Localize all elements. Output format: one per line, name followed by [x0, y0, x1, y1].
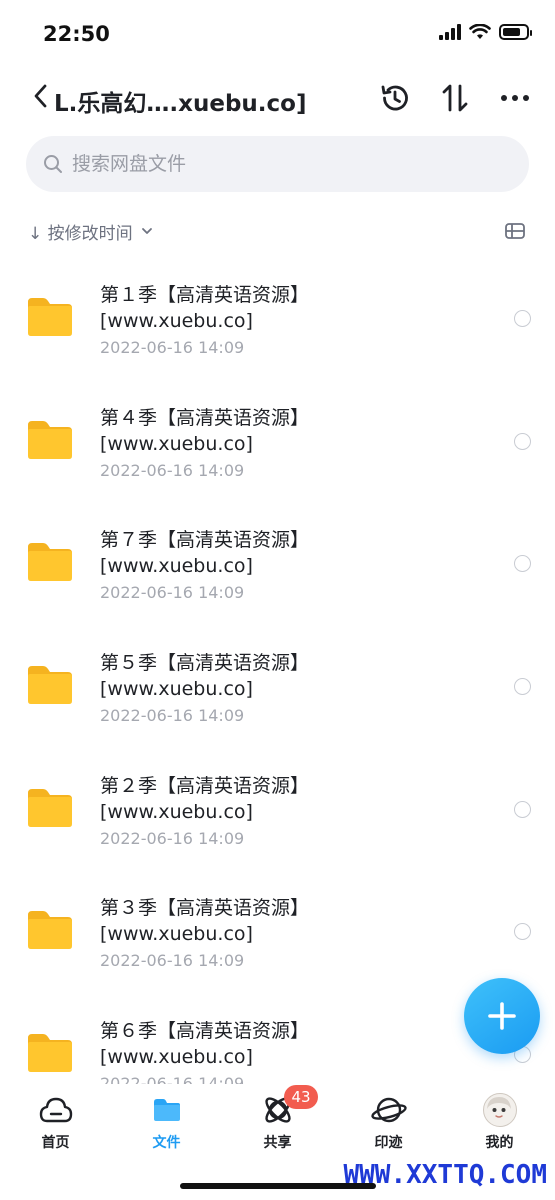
folder-icon: [28, 911, 72, 950]
sort-arrows-icon: [442, 84, 468, 112]
sort-bar: ↓ 按修改时间: [28, 216, 528, 246]
file-name: 第２季【高清英语资源】[www.xuebu.co]: [100, 774, 310, 823]
notification-badge: 43: [284, 1085, 318, 1109]
file-item[interactable]: 第３季【高清英语资源】[www.xuebu.co] 2022-06-16 14:…: [0, 871, 555, 994]
tab-profile[interactable]: 我的: [444, 1084, 555, 1160]
file-name: 第３季【高清英语资源】[www.xuebu.co]: [100, 897, 310, 946]
nav-actions: [377, 80, 533, 116]
back-button[interactable]: [28, 82, 52, 110]
tab-label: 我的: [485, 1135, 514, 1151]
more-button[interactable]: [497, 80, 533, 116]
file-item[interactable]: 第４季【高清英语资源】[www.xuebu.co] 2022-06-16 14:…: [0, 381, 555, 504]
tab-label: 首页: [41, 1135, 70, 1151]
file-item[interactable]: 第２季【高清英语资源】[www.xuebu.co] 2022-06-16 14:…: [0, 749, 555, 872]
select-checkbox[interactable]: [514, 800, 531, 818]
file-date: 2022-06-16 14:09: [100, 583, 245, 603]
sort-button[interactable]: [437, 80, 473, 116]
select-checkbox[interactable]: [514, 555, 531, 573]
tab-bar: 首页 文件 共享 43 印迹 我的: [0, 1084, 555, 1160]
folder-icon: [28, 298, 72, 336]
folder-icon: [28, 788, 72, 827]
select-checkbox[interactable]: [514, 310, 531, 327]
select-checkbox[interactable]: [514, 678, 531, 696]
status-time: 22:50: [43, 22, 110, 46]
history-clock-icon: [381, 85, 408, 111]
file-date: 2022-06-16 14:09: [100, 338, 245, 357]
folder-icon: [28, 420, 72, 459]
file-date: 2022-06-16 14:09: [100, 706, 245, 726]
cellular-signal-icon: [439, 24, 461, 40]
folder-icon: [28, 1034, 72, 1073]
select-checkbox[interactable]: [514, 432, 531, 450]
avatar: [482, 1092, 518, 1128]
wifi-icon: [469, 24, 491, 39]
watermark-text: WWW.XXTTQ.COM: [343, 1160, 548, 1190]
file-item[interactable]: 第７季【高清英语资源】[www.xuebu.co] 2022-06-16 14:…: [0, 503, 555, 626]
tab-label: 文件: [152, 1135, 181, 1151]
file-item[interactable]: 第１季【高清英语资源】[www.xuebu.co] 2022-06-16 14:…: [0, 258, 555, 381]
file-name: 第７季【高清英语资源】[www.xuebu.co]: [100, 529, 310, 578]
chevron-left-icon: [34, 84, 47, 108]
more-dots-icon: [501, 95, 529, 101]
select-checkbox[interactable]: [514, 923, 531, 941]
folder-icon: [149, 1092, 185, 1128]
search-bar[interactable]: [26, 136, 529, 192]
file-name: 第１季【高清英语资源】[www.xuebu.co]: [100, 284, 310, 332]
view-toggle-button[interactable]: [502, 218, 528, 244]
folder-icon: [28, 543, 72, 582]
folder-icon: [28, 666, 72, 705]
file-name: 第５季【高清英语资源】[www.xuebu.co]: [100, 652, 310, 701]
file-date: 2022-06-16 14:09: [100, 460, 245, 480]
nav-header: L.乐高幻….xuebu.co]: [0, 70, 555, 130]
plus-icon: [488, 1002, 516, 1030]
file-date: 2022-06-16 14:09: [100, 951, 245, 971]
search-icon: [42, 153, 64, 175]
tab-footprint[interactable]: 印迹: [333, 1084, 444, 1160]
sort-order-dropdown[interactable]: ↓ 按修改时间: [28, 219, 133, 244]
cloud-home-icon: [38, 1092, 74, 1128]
tab-label: 共享: [263, 1135, 292, 1151]
tab-home[interactable]: 首页: [0, 1084, 111, 1160]
file-list: 第１季【高清英语资源】[www.xuebu.co] 2022-06-16 14:…: [0, 258, 555, 1084]
tab-share[interactable]: 共享 43: [222, 1084, 333, 1160]
file-name: 第４季【高清英语资源】[www.xuebu.co]: [100, 406, 310, 455]
file-name: 第６季【高清英语资源】[www.xuebu.co]: [100, 1020, 310, 1069]
add-button[interactable]: [464, 978, 540, 1054]
planet-icon: [370, 1092, 407, 1128]
tab-label: 印迹: [374, 1135, 403, 1151]
chevron-down-icon[interactable]: [141, 227, 153, 235]
tab-files[interactable]: 文件: [111, 1084, 222, 1160]
file-date: 2022-06-16 14:09: [100, 1074, 245, 1084]
history-button[interactable]: [377, 80, 413, 116]
file-date: 2022-06-16 14:09: [100, 828, 245, 848]
list-view-icon: [505, 223, 525, 239]
page-title: L.乐高幻….xuebu.co]: [54, 91, 307, 117]
battery-icon: [499, 24, 532, 40]
file-item[interactable]: 第５季【高清英语资源】[www.xuebu.co] 2022-06-16 14:…: [0, 626, 555, 749]
status-bar: 22:50: [0, 0, 555, 70]
status-icons: [439, 24, 532, 40]
search-input[interactable]: [72, 153, 472, 175]
